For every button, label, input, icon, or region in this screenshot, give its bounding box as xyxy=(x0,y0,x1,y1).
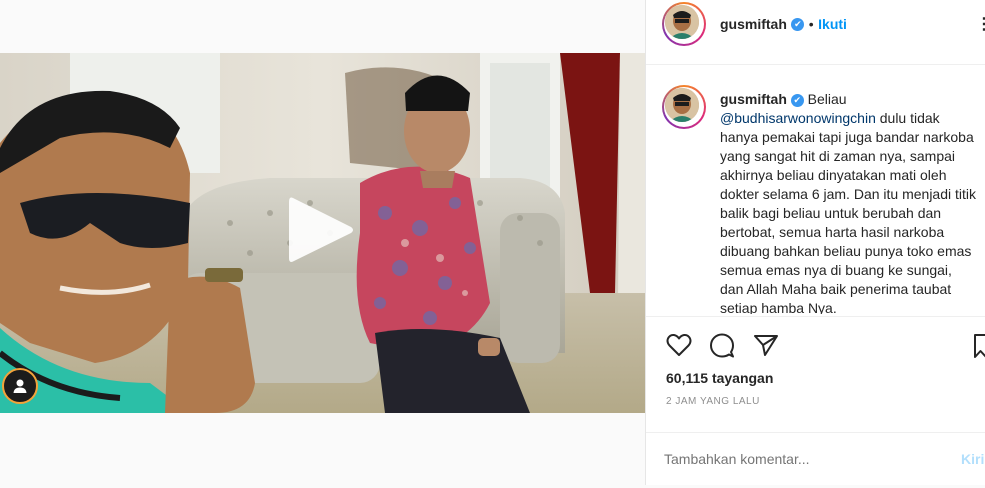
caption-author-avatar[interactable] xyxy=(662,85,706,129)
caption-body: dulu tidak hanya pemakai tapi juga banda… xyxy=(720,110,976,314)
video-player[interactable] xyxy=(0,53,645,413)
user-tag-button[interactable] xyxy=(2,368,38,404)
caption-text: gusmiftah ✔ Beliau @budhisarwonowingchin… xyxy=(720,90,978,314)
verified-badge-icon: ✔ xyxy=(791,18,805,32)
caption-intro: Beliau xyxy=(807,91,847,107)
user-icon xyxy=(13,379,27,393)
comment-input[interactable] xyxy=(664,451,924,467)
separator-dot: • xyxy=(808,16,814,32)
author-avatar[interactable] xyxy=(662,2,706,46)
play-icon[interactable] xyxy=(287,194,357,266)
avatar-image xyxy=(665,5,699,39)
bookmark-icon[interactable] xyxy=(972,333,985,359)
avatar-image xyxy=(665,88,699,122)
comment-composer: Kirim xyxy=(646,432,985,488)
media-area xyxy=(0,0,645,485)
caption-username[interactable]: gusmiftah xyxy=(720,91,787,107)
caption-mention-link[interactable]: @budhisarwonowingchin xyxy=(720,110,876,126)
author-username[interactable]: gusmiftah xyxy=(720,16,787,32)
post-timestamp: 2 JAM YANG LALU xyxy=(666,396,760,407)
share-icon[interactable] xyxy=(753,333,779,357)
more-options-icon[interactable]: ⋮ xyxy=(976,14,985,34)
post-comment-button[interactable]: Kirim xyxy=(961,451,985,467)
post-details-panel: gusmiftah ✔ • Ikuti ⋮ gusmiftah ✔ Beliau… xyxy=(645,0,985,485)
follow-button[interactable]: Ikuti xyxy=(818,16,847,32)
post-header: gusmiftah ✔ • Ikuti ⋮ xyxy=(646,0,985,65)
post-actions: 60,115 tayangan 2 JAM YANG LALU Kirim xyxy=(646,316,985,487)
comment-icon[interactable] xyxy=(709,333,735,359)
verified-badge-icon: ✔ xyxy=(790,93,804,107)
view-count[interactable]: 60,115 tayangan xyxy=(666,370,773,386)
heart-icon[interactable] xyxy=(666,333,692,357)
